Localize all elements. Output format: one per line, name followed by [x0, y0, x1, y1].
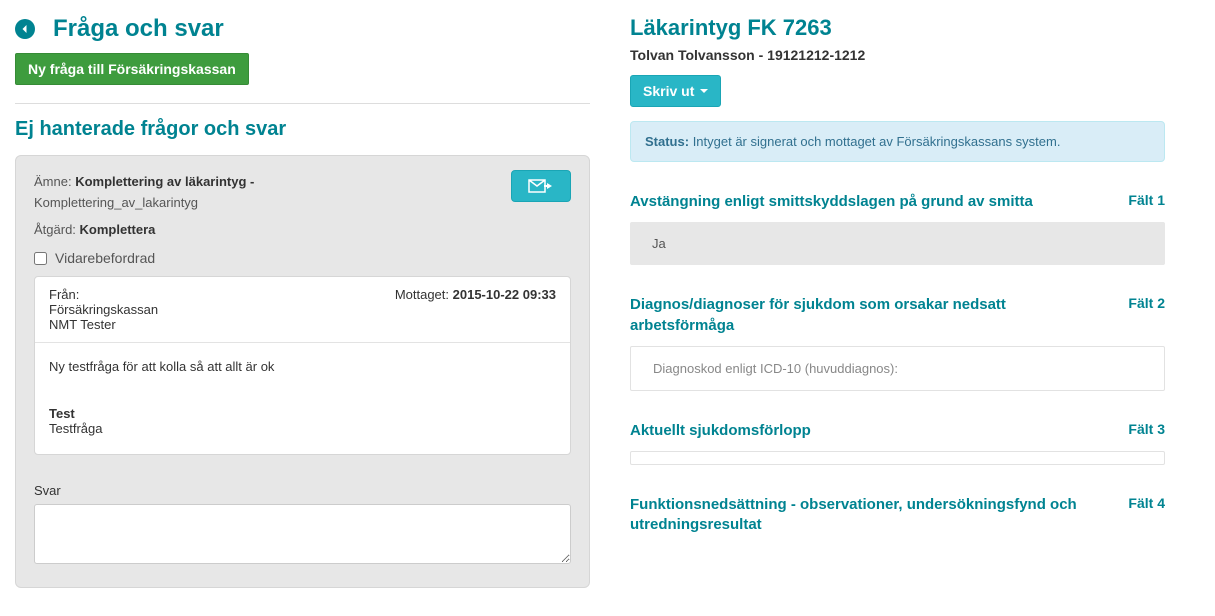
from-label: Från: — [49, 287, 158, 302]
section-body: Ja — [630, 222, 1165, 265]
back-button[interactable] — [15, 19, 35, 39]
forwarded-checkbox-row[interactable]: Vidarebefordrad — [34, 250, 571, 266]
received-value: 2015-10-22 09:33 — [453, 287, 556, 302]
status-text: Intyget är signerat och mottaget av Förs… — [693, 134, 1061, 149]
message-line-1: Ny testfråga för att kolla så att allt ä… — [49, 359, 556, 374]
reply-textarea[interactable] — [34, 504, 571, 564]
print-button[interactable]: Skriv ut — [630, 75, 721, 107]
section-title: Funktionsnedsättning - observationer, un… — [630, 495, 1090, 536]
field-label: Fält 1 — [1128, 192, 1165, 208]
certificate-section: Funktionsnedsättning - observationer, un… — [630, 495, 1165, 536]
field-label: Fält 4 — [1128, 495, 1165, 511]
caret-down-icon — [700, 89, 708, 93]
section-title: Aktuellt sjukdomsförlopp — [630, 421, 811, 441]
divider — [15, 103, 590, 104]
unhandled-heading: Ej hanterade frågor och svar — [15, 118, 590, 141]
message-line-2: Testfråga — [49, 421, 556, 436]
certificate-section: Diagnos/diagnoser för sjukdom som orsaka… — [630, 295, 1165, 391]
received-label: Mottaget: — [395, 287, 449, 302]
from-sub: NMT Tester — [49, 317, 158, 332]
certificate-section: Avstängning enligt smittskyddslagen på g… — [630, 192, 1165, 265]
from-line: Från: Försäkringskassan — [49, 287, 158, 317]
qa-title: Fråga och svar — [53, 15, 224, 43]
question-card: Ämne: Komplettering av läkarintyg - Komp… — [15, 155, 590, 588]
section-body — [630, 451, 1165, 465]
new-question-button[interactable]: Ny fråga till Försäkringskassan — [15, 53, 249, 85]
certificate-section: Aktuellt sjukdomsförlopp Fält 3 — [630, 421, 1165, 465]
forwarded-label: Vidarebefordrad — [55, 250, 155, 266]
section-body: Diagnoskod enligt ICD-10 (huvuddiagnos): — [630, 346, 1165, 391]
subject-value: Komplettering av läkarintyg - — [75, 174, 254, 189]
field-label: Fält 2 — [1128, 295, 1165, 311]
status-box: Status: Intyget är signerat och mottaget… — [630, 121, 1165, 162]
action-line: Åtgärd: Komplettera — [34, 220, 571, 241]
section-title: Diagnos/diagnoser för sjukdom som orsaka… — [630, 295, 1090, 336]
certificate-panel: Läkarintyg FK 7263 Tolvan Tolvansson - 1… — [590, 0, 1180, 536]
subject-label: Ämne: — [34, 174, 72, 189]
action-label: Åtgärd: — [34, 222, 76, 237]
received-line: Mottaget: 2015-10-22 09:33 — [395, 287, 556, 332]
forwarded-checkbox[interactable] — [34, 252, 47, 265]
mail-forward-icon — [528, 178, 554, 194]
from-value: Försäkringskassan — [49, 302, 158, 317]
status-label: Status: — [645, 134, 689, 149]
reply-label: Svar — [34, 483, 571, 498]
action-value: Komplettera — [80, 222, 156, 237]
subject-line: Ämne: Komplettering av läkarintyg - — [34, 172, 571, 193]
patient-line: Tolvan Tolvansson - 19121212-1212 — [630, 47, 1165, 63]
message-box: Från: Försäkringskassan NMT Tester Motta… — [34, 276, 571, 455]
message-bold: Test — [49, 406, 556, 421]
print-button-label: Skriv ut — [643, 83, 694, 99]
field-label: Fält 3 — [1128, 421, 1165, 437]
arrow-left-icon — [20, 24, 30, 34]
qa-panel: Fråga och svar Ny fråga till Försäkrings… — [0, 0, 590, 588]
section-title: Avstängning enligt smittskyddslagen på g… — [630, 192, 1033, 212]
subject-subline: Komplettering_av_lakarintyg — [34, 193, 571, 214]
forward-mail-button[interactable] — [511, 170, 571, 202]
certificate-title: Läkarintyg FK 7263 — [630, 15, 1165, 41]
